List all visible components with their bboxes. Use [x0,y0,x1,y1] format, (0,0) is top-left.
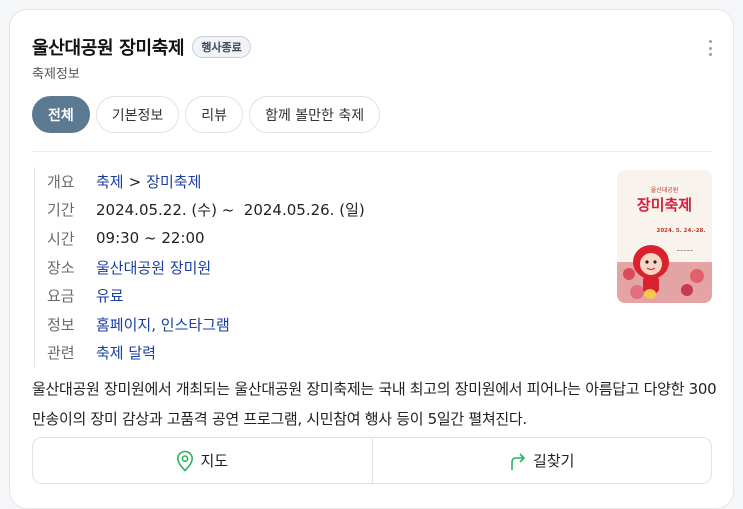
tab-reviews[interactable]: 리뷰 [185,96,244,133]
info-row-time: 시간 09:30 ~ 22:00 [34,224,594,253]
dot [709,40,712,43]
directions-arrow-icon [511,452,526,470]
info-row-fee: 요금 유료 [34,281,594,310]
info-label: 기간 [47,201,75,220]
dot [709,53,712,56]
action-bar: 지도 길찾기 [32,437,712,484]
festival-title[interactable]: 울산대공원 장미축제 [32,34,185,60]
directions-button[interactable]: 길찾기 [371,438,712,483]
festival-category: 축제정보 [32,67,80,82]
period-value: 2024.05.22. (수) ~ 2024.05.26. (일) [96,201,365,220]
festival-description: 울산대공원 장미원에서 개최되는 울산대공원 장미축제는 국내 최고의 장미원에… [32,380,717,428]
place-link[interactable]: 울산대공원 장미원 [96,257,211,278]
info-label: 요금 [47,287,75,306]
info-row-related: 관련 축제 달력 [34,338,594,368]
info-list: 개요 축제 > 장미축제 기간 2024.05.22. (수) ~ 2024.05.… [34,167,594,367]
poster-illustration: 울산대공원 장미축제 2024. 5. 24.-28. ~~~~~ [617,170,712,303]
status-badge: 행사종료 [192,36,251,58]
info-label: 시간 [47,229,75,248]
festival-poster-image[interactable]: 울산대공원 장미축제 2024. 5. 24.-28. ~~~~~ [617,170,712,303]
category-link-festival[interactable]: 축제 [96,173,124,191]
poster-small-title: 울산대공원 [651,186,679,194]
category-separator: > [128,172,142,191]
info-label: 개요 [47,172,75,191]
category-link-rose-festival[interactable]: 장미축제 [146,173,201,191]
tab-all[interactable]: 전체 [32,96,90,133]
map-button-label: 지도 [200,452,229,470]
directions-button-label: 길찾기 [533,452,575,470]
info-row-period: 기간 2024.05.22. (수) ~ 2024.05.26. (일) [34,195,594,225]
info-row-place: 장소 울산대공원 장미원 [34,252,594,282]
info-label: 장소 [47,258,75,277]
poster-decoration: ~~~~~ [677,248,694,253]
link-comma: , [151,315,156,334]
homepage-link[interactable]: 홈페이지 [96,316,151,334]
tab-bar: 전체 기본정보 리뷰 함께 볼만한 축제 [32,96,381,133]
divider [32,151,711,152]
festival-calendar-link[interactable]: 축제 달력 [96,342,156,363]
fee-link[interactable]: 유료 [96,285,124,306]
poster-date: 2024. 5. 24.-28. [657,228,706,234]
info-label: 관련 [47,344,75,363]
instagram-link[interactable]: 인스타그램 [161,316,230,334]
time-value: 09:30 ~ 22:00 [96,229,205,248]
more-options-icon[interactable] [709,40,713,56]
info-label: 정보 [47,315,75,334]
title-row: 울산대공원 장미축제 행사종료 [32,34,251,60]
poster-title: 장미축제 [637,196,692,214]
tab-related-festivals[interactable]: 함께 볼만한 축제 [249,96,381,133]
tab-basic-info[interactable]: 기본정보 [95,96,180,133]
map-pin-icon [177,450,194,472]
info-row-overview: 개요 축제 > 장미축제 [34,167,594,196]
festival-card: 울산대공원 장미축제 행사종료 축제정보 전체 기본정보 리뷰 함께 볼만한 축… [9,9,734,509]
map-button[interactable]: 지도 [33,438,372,483]
info-row-links: 정보 홈페이지, 인스타그램 [34,309,594,339]
dot [709,46,712,50]
